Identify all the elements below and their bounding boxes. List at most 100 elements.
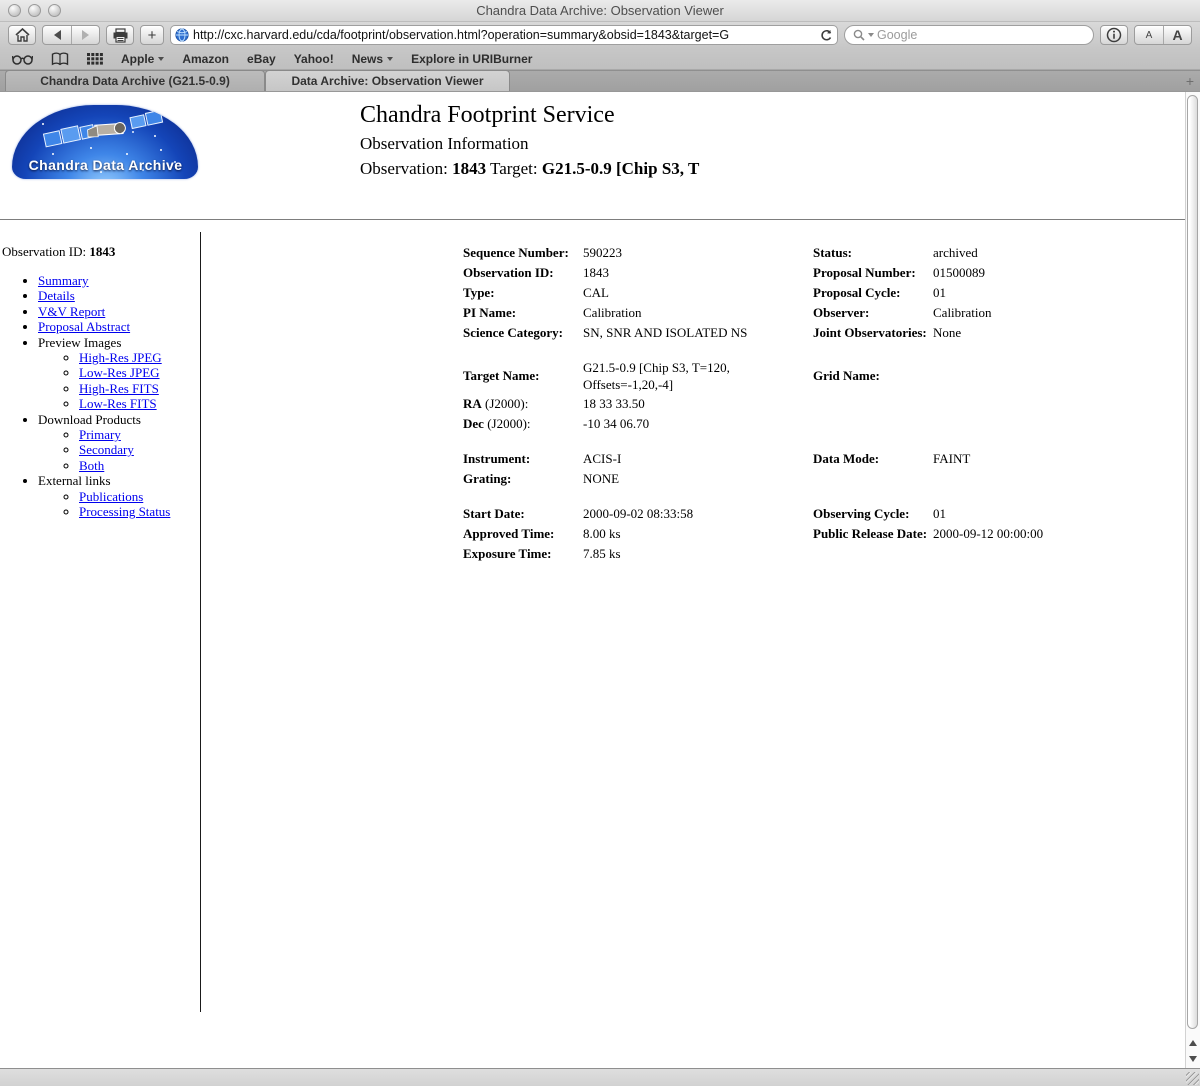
window-title: Chandra Data Archive: Observation Viewer	[0, 3, 1200, 18]
open-book-icon	[51, 52, 69, 66]
site-favicon-globe-icon	[175, 28, 189, 42]
bookmark-ebay[interactable]: eBay	[247, 52, 276, 66]
scroll-up-arrow-icon[interactable]	[1189, 1040, 1197, 1046]
field-value: 2000-09-12 00:00:00	[933, 523, 1113, 543]
sidebar-heading: Observation ID: 1843	[2, 244, 198, 260]
browser-toolbar: + http://cxc.harvard.edu/cda/footprint/o…	[0, 22, 1200, 48]
list-item: High-Res JPEG	[79, 350, 198, 365]
bookmark-apple[interactable]: Apple	[121, 52, 164, 66]
field-value: 8.00 ks	[583, 523, 813, 543]
field-label: PI Name:	[463, 302, 583, 322]
sidebar-link-high-res-jpeg[interactable]: High-Res JPEG	[79, 350, 162, 365]
field-value: 2000-09-02 08:33:58	[583, 503, 813, 523]
sidebar-link-proposal-abstract[interactable]: Proposal Abstract	[38, 319, 130, 334]
bookmarks-bar: Apple Amazon eBay Yahoo! News Explore in…	[0, 48, 1200, 70]
info-icon	[1106, 27, 1122, 43]
field-value	[933, 393, 1113, 413]
sidebar-link-vv-report[interactable]: V&V Report	[38, 304, 105, 319]
field-label: Observation ID:	[463, 262, 583, 282]
field-label: Instrument:	[463, 448, 583, 468]
decrease-text-button[interactable]: A	[1135, 26, 1163, 44]
window-titlebar: Chandra Data Archive: Observation Viewer	[0, 0, 1200, 22]
field-value: Calibration	[583, 302, 813, 322]
sidebar-link-both[interactable]: Both	[79, 458, 104, 473]
scroll-down-arrow-icon[interactable]	[1189, 1056, 1197, 1062]
field-label: RA (J2000):	[463, 393, 583, 413]
bookmark-yahoo[interactable]: Yahoo!	[294, 52, 334, 66]
field-label: Status:	[813, 242, 933, 262]
field-value: FAINT	[933, 448, 1113, 468]
report-bug-button[interactable]	[1100, 25, 1128, 45]
field-label	[813, 393, 933, 413]
sidebar-link-summary[interactable]: Summary	[38, 273, 89, 288]
history-nav-group	[42, 25, 100, 45]
list-item: Primary	[79, 427, 198, 442]
sidebar-link-publications[interactable]: Publications	[79, 489, 143, 504]
field-label: Science Category:	[463, 322, 583, 342]
sidebar-link-secondary[interactable]: Secondary	[79, 442, 134, 457]
url-fade	[781, 26, 817, 44]
search-engine-dropdown-icon[interactable]	[868, 33, 874, 40]
reading-list-button[interactable]	[12, 53, 33, 65]
sidebar-link-high-res-fits[interactable]: High-Res FITS	[79, 381, 159, 396]
field-label: Public Release Date:	[813, 523, 933, 543]
field-value: G21.5-0.9 [Chip S3, T=120, Offsets=-1,20…	[583, 357, 813, 393]
dropdown-arrow-icon	[387, 57, 393, 64]
home-button[interactable]	[8, 25, 36, 45]
sidebar-link-low-res-fits[interactable]: Low-Res FITS	[79, 396, 157, 411]
satellite-icon	[36, 107, 176, 153]
list-item: Preview Images High-Res JPEG Low-Res JPE…	[38, 335, 198, 412]
search-field[interactable]	[844, 25, 1094, 45]
home-icon	[15, 28, 30, 42]
list-item: Details	[38, 288, 198, 303]
add-bookmark-button[interactable]: +	[140, 25, 164, 45]
forward-button[interactable]	[71, 26, 99, 44]
new-tab-button[interactable]: +	[1186, 73, 1194, 89]
list-item: Publications	[79, 489, 198, 504]
sidebar-group-download-products: Download Products	[38, 412, 141, 427]
field-label: Exposure Time:	[463, 543, 583, 563]
field-value: 01500089	[933, 262, 1113, 282]
list-item: External links Publications Processing S…	[38, 473, 198, 519]
address-bar[interactable]: http://cxc.harvard.edu/cda/footprint/obs…	[170, 25, 838, 45]
list-item: Low-Res FITS	[79, 396, 198, 411]
back-button[interactable]	[43, 26, 71, 44]
vertical-scrollbar[interactable]	[1185, 92, 1200, 1068]
tab-chandra-data-archive[interactable]: Chandra Data Archive (G21.5-0.9)	[5, 70, 265, 91]
reload-button[interactable]	[820, 29, 833, 42]
sidebar-link-processing-status[interactable]: Processing Status	[79, 504, 170, 519]
field-value	[933, 543, 1113, 563]
scrollbar-thumb[interactable]	[1187, 95, 1198, 1029]
field-label	[813, 413, 933, 433]
details-group-target: Target Name: G21.5-0.9 [Chip S3, T=120, …	[463, 357, 1123, 433]
field-value	[933, 413, 1113, 433]
header-divider	[0, 219, 1185, 220]
list-item: Low-Res JPEG	[79, 365, 198, 380]
sidebar-nav: Summary Details V&V Report Proposal Abst…	[2, 273, 198, 520]
bookmark-amazon[interactable]: Amazon	[182, 52, 229, 66]
field-label: Observer:	[813, 302, 933, 322]
sidebar-link-details[interactable]: Details	[38, 288, 75, 303]
field-label: Sequence Number:	[463, 242, 583, 262]
back-icon	[54, 30, 61, 40]
field-label	[813, 543, 933, 563]
sidebar-link-primary[interactable]: Primary	[79, 427, 121, 442]
top-sites-button[interactable]	[87, 53, 103, 65]
increase-text-button[interactable]: A	[1163, 26, 1191, 44]
list-item: Proposal Abstract	[38, 319, 198, 334]
field-value: -10 34 06.70	[583, 413, 813, 433]
field-value: SN, SNR AND ISOLATED NS	[583, 322, 813, 342]
bookmark-explore-uriburner[interactable]: Explore in URIBurner	[411, 52, 532, 66]
field-label: Approved Time:	[463, 523, 583, 543]
bookmarks-button[interactable]	[51, 52, 69, 66]
url-text[interactable]: http://cxc.harvard.edu/cda/footprint/obs…	[193, 28, 833, 42]
sidebar-divider	[200, 232, 201, 1012]
field-value: 1843	[583, 262, 813, 282]
resize-grip[interactable]	[1186, 1072, 1199, 1085]
tab-observation-viewer[interactable]: Data Archive: Observation Viewer	[265, 70, 510, 91]
sidebar-link-low-res-jpeg[interactable]: Low-Res JPEG	[79, 365, 160, 380]
observation-id-value: 1843	[452, 159, 486, 178]
print-button[interactable]	[106, 25, 134, 45]
bookmark-news[interactable]: News	[352, 52, 393, 66]
search-input[interactable]	[877, 28, 1085, 42]
